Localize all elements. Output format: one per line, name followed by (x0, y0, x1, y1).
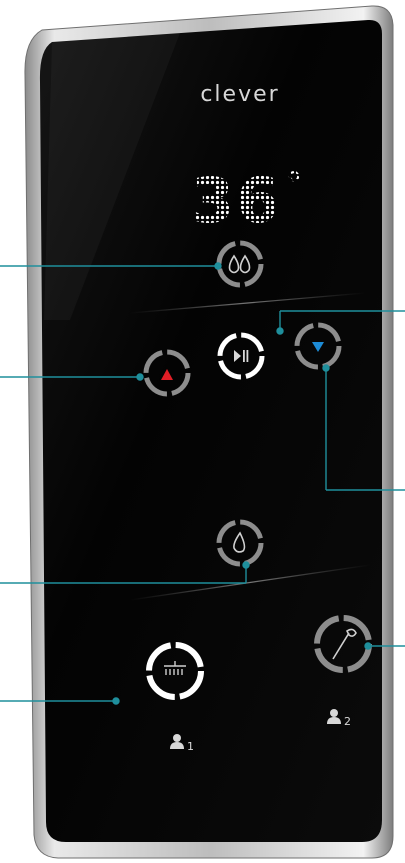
svg-text:2: 2 (344, 715, 351, 728)
svg-text:1: 1 (187, 740, 194, 753)
temperature-value: 36 (191, 164, 281, 237)
shower-controller-photo: clever 36 ° 1 2 (0, 5, 405, 859)
brand-logo: clever (200, 82, 279, 107)
degree-symbol: ° (286, 165, 303, 205)
